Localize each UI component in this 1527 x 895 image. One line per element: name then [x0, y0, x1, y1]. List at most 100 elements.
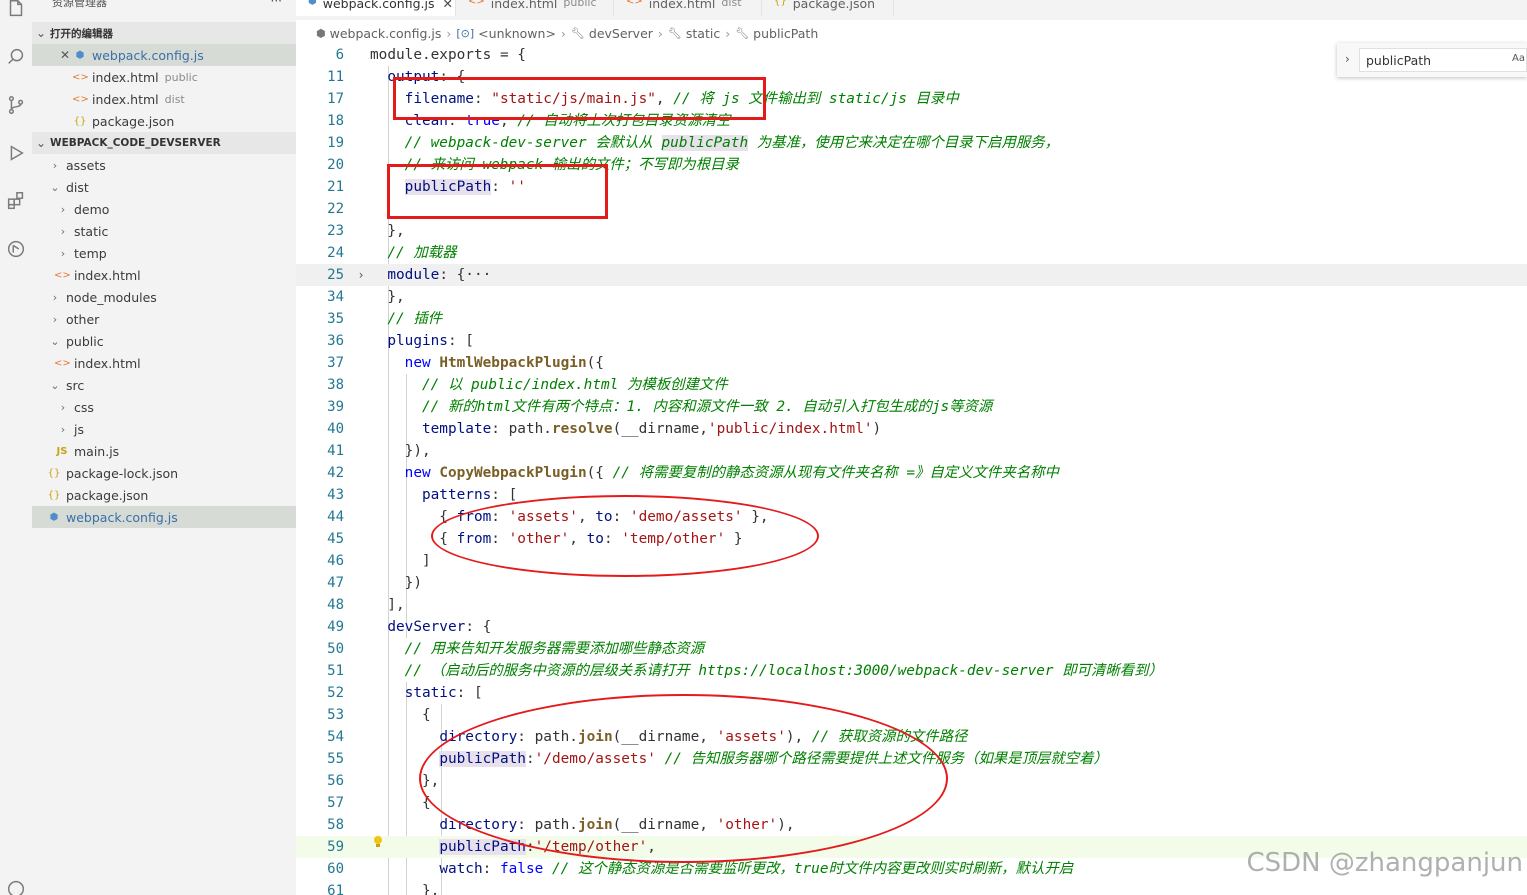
- match-case-toggle[interactable]: Aa: [1512, 53, 1525, 64]
- code-text: static: [: [404, 685, 483, 701]
- tree-label: other: [66, 311, 100, 327]
- tree-folder[interactable]: ⌄ public: [32, 330, 296, 352]
- breadcrumb-item[interactable]: <unknown>: [478, 26, 556, 41]
- html-icon: <>: [626, 0, 643, 7]
- code-line[interactable]: 37 new HtmlWebpackPlugin({: [296, 352, 1527, 374]
- account-icon[interactable]: [0, 872, 32, 895]
- line-number: 56: [327, 773, 344, 789]
- tree-folder[interactable]: › other: [32, 308, 296, 330]
- code-line[interactable]: 48 ],: [296, 594, 1527, 616]
- code-line[interactable]: 43 patterns: [: [296, 484, 1527, 506]
- code-text: },: [370, 289, 405, 305]
- code-line[interactable]: 50 // 用来告知开发服务器需要添加哪些静态资源: [296, 638, 1527, 660]
- code-line[interactable]: 23 },: [296, 220, 1527, 242]
- code-text: devServer: {: [387, 619, 492, 635]
- line-number: 61: [327, 883, 344, 895]
- code-line[interactable]: 36 plugins: [: [296, 330, 1527, 352]
- code-line[interactable]: 19 // webpack-dev-server 会默认从 publicPath…: [296, 132, 1527, 154]
- annotation-box: [387, 164, 608, 219]
- remote-icon[interactable]: [0, 232, 32, 266]
- tree-folder[interactable]: › css: [32, 396, 296, 418]
- close-icon[interactable]: ✕: [58, 48, 72, 62]
- tree-folder[interactable]: › node_modules: [32, 286, 296, 308]
- html-icon: <>: [54, 269, 71, 281]
- breadcrumb-item[interactable]: static: [686, 26, 720, 41]
- html-icon: <>: [54, 357, 71, 369]
- code-text: ]: [370, 553, 431, 569]
- search-icon[interactable]: [0, 40, 32, 74]
- code-text: // （启动后的服务中资源的层级关系请打开 https://localhost:…: [404, 663, 1163, 679]
- tree-folder[interactable]: › assets: [32, 154, 296, 176]
- tab-package-json[interactable]: {} package.json: [762, 0, 894, 16]
- code-line[interactable]: 52 static: [: [296, 682, 1527, 704]
- project-header[interactable]: ⌄ WEBPACK_CODE_DEVSERVER: [32, 132, 296, 154]
- code-line[interactable]: 35 // 插件: [296, 308, 1527, 330]
- code-line[interactable]: 49 devServer: {: [296, 616, 1527, 638]
- open-editor-item[interactable]: <> index.html dist: [32, 88, 296, 110]
- explorer-icon[interactable]: [0, 0, 32, 26]
- tree-file[interactable]: JS main.js: [32, 440, 296, 462]
- tab-index-html-dist[interactable]: <> index.html dist: [614, 0, 762, 16]
- run-debug-icon[interactable]: [0, 136, 32, 170]
- tab-index-html-public[interactable]: <> index.html public: [456, 0, 614, 16]
- tree-file[interactable]: <> index.html: [32, 352, 296, 374]
- lightbulb-icon[interactable]: [372, 835, 384, 849]
- js-file-icon: JS: [56, 445, 68, 457]
- source-control-icon[interactable]: [0, 88, 32, 122]
- tree-file[interactable]: {} package-lock.json: [32, 462, 296, 484]
- line-number: 51: [327, 663, 344, 679]
- tree-folder[interactable]: › demo: [32, 198, 296, 220]
- chevron-right-icon: ›: [60, 246, 66, 260]
- tree-folder[interactable]: › temp: [32, 242, 296, 264]
- code-line[interactable]: 24 // 加载器: [296, 242, 1527, 264]
- chevron-right-icon: ›: [52, 158, 58, 172]
- breadcrumb-item[interactable]: devServer: [589, 26, 653, 41]
- close-icon[interactable]: ✕: [442, 0, 452, 11]
- code-line[interactable]: 51 // （启动后的服务中资源的层级关系请打开 https://localho…: [296, 660, 1527, 682]
- open-editors-header[interactable]: ⌄ 打开的编辑器: [32, 22, 296, 44]
- chevron-right-icon: ›: [52, 312, 58, 326]
- find-value: publicPath: [1366, 53, 1432, 68]
- code-line[interactable]: 42 new CopyWebpackPlugin({ // 将需要复制的静态资源…: [296, 462, 1527, 484]
- line-number: 38: [327, 377, 344, 393]
- tree-label: main.js: [74, 443, 120, 459]
- find-widget: › publicPath Aa: [1337, 43, 1527, 77]
- open-editor-item[interactable]: {} package.json: [32, 110, 296, 132]
- chevron-down-icon: ⌄: [50, 378, 60, 392]
- tree-folder[interactable]: ⌄ dist: [32, 176, 296, 198]
- line-number: 25: [327, 267, 344, 283]
- wrench-icon: 🔧︎: [667, 26, 682, 40]
- breadcrumb-item[interactable]: webpack.config.js: [330, 26, 442, 41]
- chevron-right-icon[interactable]: ›: [1345, 52, 1350, 66]
- chevron-down-icon: ⌄: [50, 334, 60, 348]
- html-icon: <>: [72, 71, 89, 83]
- code-line[interactable]: 38 // 以 public/index.html 为模板创建文件: [296, 374, 1527, 396]
- tree-file-selected[interactable]: ⬢ webpack.config.js: [32, 506, 296, 528]
- tree-file[interactable]: <> index.html: [32, 264, 296, 286]
- tree-folder[interactable]: › static: [32, 220, 296, 242]
- tree-folder[interactable]: › js: [32, 418, 296, 440]
- chevron-right-icon: ›: [446, 25, 452, 41]
- chevron-down-icon: ⌄: [35, 26, 47, 40]
- line-number: 17: [327, 91, 344, 107]
- code-line[interactable]: 61 },: [296, 880, 1527, 895]
- tree-folder[interactable]: ⌄ src: [32, 374, 296, 396]
- more-actions-icon[interactable]: ···: [271, 0, 282, 8]
- code-line[interactable]: 34 },: [296, 286, 1527, 308]
- code-line[interactable]: 25 › module: {···: [296, 264, 1527, 286]
- tree-file[interactable]: {} package.json: [32, 484, 296, 506]
- open-editor-item[interactable]: ✕ ⬢ webpack.config.js: [32, 44, 296, 66]
- chevron-right-icon: ›: [560, 25, 566, 41]
- code-text: module.exports = {: [370, 47, 526, 63]
- tab-webpack-config[interactable]: ⬢ webpack.config.js ✕: [296, 0, 456, 16]
- find-input[interactable]: publicPath: [1359, 48, 1527, 72]
- code-line[interactable]: 47 }): [296, 572, 1527, 594]
- code-line[interactable]: 41 }),: [296, 440, 1527, 462]
- open-editor-item[interactable]: <> index.html public: [32, 66, 296, 88]
- breadcrumb-item[interactable]: publicPath: [753, 26, 818, 41]
- fold-chevron-icon[interactable]: ›: [354, 264, 368, 286]
- code-line[interactable]: 53 {: [296, 704, 1527, 726]
- code-line[interactable]: 39 // 新的html文件有两个特点：1. 内容和源文件一致 2. 自动引入打…: [296, 396, 1527, 418]
- code-line[interactable]: 40 template: path.resolve(__dirname,'pub…: [296, 418, 1527, 440]
- extensions-icon[interactable]: [0, 184, 32, 218]
